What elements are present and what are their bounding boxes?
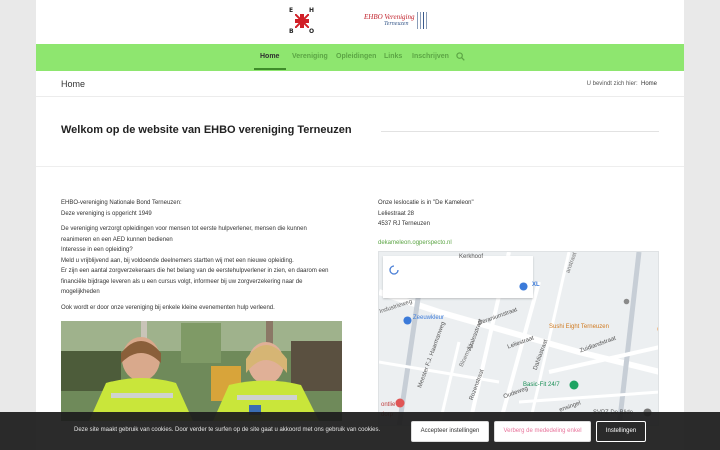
nav-active-indicator	[254, 68, 286, 70]
red-cross-icon	[295, 14, 309, 28]
text-line: reanimeren en een AED kunnen bedienen	[61, 236, 173, 243]
google-map[interactable]: Kerkhoof anstraat XL Industrieweg Zeeuwk…	[378, 251, 659, 426]
address-street: Leliestraat 28	[378, 210, 415, 217]
nav-item-opleidingen[interactable]: Opleidingen	[336, 53, 376, 60]
intro-paragraph: EHBO-vereniging Nationale Bond Terneuzen…	[61, 198, 351, 219]
events-paragraph: Ook wordt er door onze vereniging bij en…	[61, 304, 275, 311]
breadcrumb-prefix: U bevindt zich hier:	[586, 81, 638, 87]
nav-item-links[interactable]: Links	[384, 53, 402, 60]
page-title: Home	[61, 79, 86, 89]
text-line: De vereniging verzorgt opleidingen voor …	[61, 226, 307, 232]
wordmark-lines-icon	[414, 12, 430, 30]
logo-letter: E	[289, 7, 294, 14]
page: E H B O EHBO Vereniging Terneuzen Home V…	[36, 0, 684, 450]
text-line: mogelijkheden	[61, 289, 100, 295]
map-pin-icon[interactable]	[403, 316, 412, 325]
map-label: ontlie	[381, 402, 396, 408]
nav-item-vereniging[interactable]: Vereniging	[292, 53, 328, 60]
map-info-card[interactable]	[383, 256, 533, 298]
address-city: 4537 RJ Terneuzen	[378, 221, 430, 227]
volunteers-photo	[61, 321, 342, 421]
wordmark-line1: EHBO Vereniging	[364, 13, 415, 21]
cookie-settings-button[interactable]: Instellingen	[596, 421, 646, 442]
location-line: Onze leslocatie is in "De Kameleon"	[378, 200, 474, 206]
map-label: Kerkhoof	[459, 254, 484, 260]
restaurant-pin-icon[interactable]	[657, 324, 659, 334]
cookie-banner: Deze site maakt gebruik van cookies. Doo…	[0, 412, 720, 450]
cookie-message: Deze site maakt gebruik van cookies. Doo…	[74, 427, 381, 433]
nav-item-home[interactable]: Home	[260, 53, 279, 60]
hide-notice-button[interactable]: Verberg de mededeling enkel	[494, 421, 591, 442]
title-bar: Home U bevindt zich hier: Home	[36, 71, 684, 97]
wordmark-line2: Terneuzen	[384, 21, 409, 27]
main-nav: Home Vereniging Opleidingen Links Inschr…	[36, 44, 684, 71]
search-icon[interactable]	[456, 52, 465, 61]
text-line: EHBO-vereniging Nationale Bond Terneuzen…	[61, 200, 182, 206]
map-label: Zeeuwkleur	[413, 315, 445, 321]
logo-letter: B	[289, 28, 294, 35]
breadcrumb: U bevindt zich hier: Home	[587, 81, 657, 87]
map-label: Basic-Fit 24/7	[523, 382, 560, 388]
ehbo-cross-logo[interactable]: E H B O	[289, 7, 315, 35]
intro-text: EHBO-vereniging Nationale Bond Terneuzen…	[61, 198, 351, 318]
map-poi-icon	[623, 298, 630, 305]
nav-item-inschrijven[interactable]: Inschrijven	[412, 53, 449, 60]
logo-letter: O	[309, 28, 315, 35]
logo-bar: E H B O EHBO Vereniging Terneuzen	[36, 0, 684, 44]
text-line: Interesse in een opleiding?	[61, 247, 133, 253]
text-line: Meld u vrijblijvend aan, bij voldoende d…	[61, 257, 294, 264]
location-website-link[interactable]: dekameleon.ogperspecto.nl	[378, 238, 658, 249]
map-label: Sushi Eight Terneuzen	[549, 324, 609, 330]
location-text: Onze leslocatie is in "De Kameleon" Leli…	[378, 198, 658, 248]
map-pin-icon[interactable]	[395, 398, 405, 408]
map-pin-icon[interactable]	[519, 282, 528, 291]
gym-pin-icon[interactable]	[569, 380, 579, 390]
heading-divider	[381, 131, 659, 132]
ehbo-wordmark-logo[interactable]: EHBO Vereniging Terneuzen	[362, 10, 432, 32]
breadcrumb-home-link[interactable]: Home	[641, 81, 657, 87]
section-divider	[36, 166, 684, 167]
map-label: XL	[532, 282, 540, 288]
logo-letter: H	[309, 7, 315, 14]
welcome-heading: Welkom op de website van EHBO vereniging…	[61, 124, 352, 136]
text-line: Er zijn een aantal zorgverzekeraars die …	[61, 268, 329, 274]
text-line: financiële bijdrage leveren als u een cu…	[61, 278, 303, 285]
accept-cookies-button[interactable]: Accepteer instellingen	[411, 421, 489, 442]
loading-spinner-icon	[389, 265, 399, 275]
training-paragraph: De vereniging verzorgt opleidingen voor …	[61, 224, 351, 298]
text-line: Deze vereniging is opgericht 1949	[61, 210, 152, 217]
